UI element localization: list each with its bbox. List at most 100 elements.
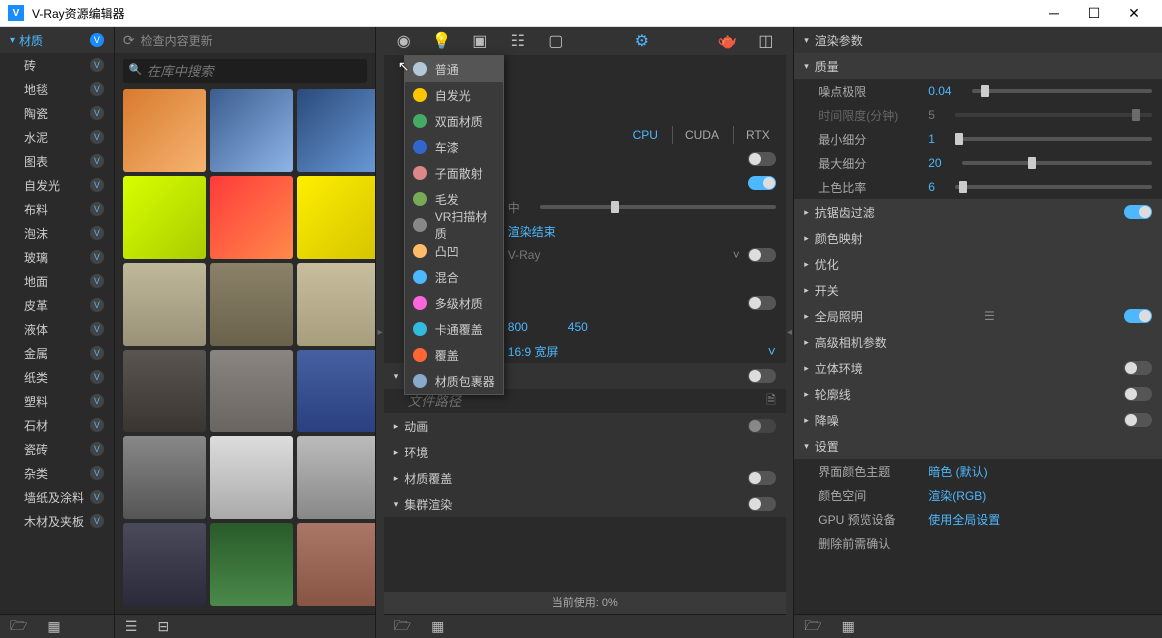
tab-cpu[interactable]: CPU	[627, 126, 664, 144]
dropdown-item[interactable]: 车漆	[405, 134, 503, 160]
max-sub-slider[interactable]	[962, 161, 1152, 165]
material-thumbnail[interactable]	[297, 176, 376, 259]
sidebar-item[interactable]: 墙纸及涂料V	[0, 485, 114, 509]
sidebar-item[interactable]: 自发光V	[0, 173, 114, 197]
contour-toggle[interactable]	[1124, 387, 1152, 401]
material-thumbnail[interactable]	[123, 176, 206, 259]
refresh-icon[interactable]: ⟳	[123, 32, 135, 49]
minimize-button[interactable]: ─	[1034, 5, 1074, 21]
optimize-header[interactable]: ▸优化	[794, 251, 1162, 277]
material-thumbnail[interactable]	[210, 350, 293, 433]
environment-section[interactable]: ▸环境	[384, 439, 786, 465]
dropdown-item[interactable]: 双面材质	[405, 108, 503, 134]
light-icon[interactable]: 💡	[432, 31, 452, 51]
file-path-input[interactable]	[408, 394, 758, 409]
layers-icon[interactable]: ☷	[508, 31, 528, 51]
render-finish-value[interactable]: 渲染结束	[508, 223, 556, 240]
gi-settings-icon[interactable]: ☰	[984, 309, 995, 323]
chevron-down-icon[interactable]: ˅	[768, 343, 776, 359]
dropdown-item[interactable]: 多级材质	[405, 290, 503, 316]
sidebar-item[interactable]: 陶瓷V	[0, 101, 114, 125]
theme-value[interactable]: 暗色 (默认)	[928, 463, 987, 480]
progressive-toggle[interactable]	[748, 176, 776, 190]
mat-override-toggle[interactable]	[748, 471, 776, 485]
frame-icon[interactable]: ◫	[756, 31, 776, 51]
dropdown-item[interactable]: 混合	[405, 264, 503, 290]
sidebar-item[interactable]: 玻璃V	[0, 245, 114, 269]
material-thumbnail[interactable]	[210, 176, 293, 259]
safe-frame-toggle[interactable]	[748, 296, 776, 310]
noise-limit-value[interactable]: 0.04	[928, 84, 951, 98]
dropdown-item[interactable]: 材质包裹器	[405, 368, 503, 394]
min-sub-slider[interactable]	[955, 137, 1152, 141]
gpu-device-value[interactable]: 使用全局设置	[928, 511, 1000, 528]
colorspace-value[interactable]: 渲染(RGB)	[928, 487, 986, 504]
material-thumbnail[interactable]	[123, 263, 206, 346]
gi-toggle[interactable]	[1124, 309, 1152, 323]
sidebar-item[interactable]: 石材V	[0, 413, 114, 437]
sidebar-item[interactable]: 图表V	[0, 149, 114, 173]
save-image-toggle[interactable]	[748, 369, 776, 383]
img-width-value[interactable]: 800	[508, 320, 528, 334]
quality-header[interactable]: ▾质量	[794, 53, 1162, 79]
material-thumbnail[interactable]	[123, 350, 206, 433]
sidebar-item[interactable]: 金属V	[0, 341, 114, 365]
sidebar-item[interactable]: 木材及夹板V	[0, 509, 114, 533]
dropdown-item[interactable]: 子面散射	[405, 160, 503, 186]
denoiser-toggle[interactable]	[748, 248, 776, 262]
settings-header[interactable]: ▾设置	[794, 433, 1162, 459]
sidebar-item[interactable]: 布料V	[0, 197, 114, 221]
settings-icon[interactable]: ⚙	[632, 31, 652, 51]
material-thumbnail[interactable]	[210, 263, 293, 346]
gi-header[interactable]: ▸全局照明☰	[794, 303, 1162, 329]
sidebar-item[interactable]: 瓷砖V	[0, 437, 114, 461]
aa-filter-header[interactable]: ▸抗锯齿过滤	[794, 199, 1162, 225]
material-thumbnail[interactable]	[123, 523, 206, 606]
adv-cam-header[interactable]: ▸高级相机参数	[794, 329, 1162, 355]
quality-slider[interactable]: .slider::after{left:var(--pos,0);}	[540, 205, 776, 209]
sidebar-item[interactable]: 泡沫V	[0, 221, 114, 245]
denoise-header[interactable]: ▸降噪	[794, 407, 1162, 433]
update-label[interactable]: 检查内容更新	[141, 32, 213, 49]
sidebar-item[interactable]: 砖V	[0, 53, 114, 77]
color-ratio-slider[interactable]	[955, 185, 1152, 189]
folder-icon[interactable]: 🗁	[10, 615, 27, 638]
aspect-value[interactable]: 16:9 宽屏	[508, 343, 559, 360]
min-sub-value[interactable]: 1	[928, 132, 935, 146]
switch-header[interactable]: ▸开关	[794, 277, 1162, 303]
maximize-button[interactable]: ☐	[1074, 5, 1114, 22]
material-type-dropdown[interactable]: 普通自发光双面材质车漆子面散射毛发VR扫描材质凸凹混合多级材质卡通覆盖覆盖材质包…	[404, 55, 504, 395]
material-thumbnail[interactable]	[210, 436, 293, 519]
material-thumbnail[interactable]	[210, 89, 293, 172]
tree-view-icon[interactable]: ⊟	[157, 618, 169, 635]
tab-cuda[interactable]: CUDA	[672, 126, 725, 144]
interactive-toggle[interactable]	[748, 152, 776, 166]
img-height-value[interactable]: 450	[568, 320, 588, 334]
color-ratio-value[interactable]: 6	[928, 180, 935, 194]
folder-icon[interactable]: 🗁	[804, 615, 821, 638]
material-thumbnail[interactable]	[297, 523, 376, 606]
material-thumbnail[interactable]	[297, 436, 376, 519]
dropdown-item[interactable]: VR扫描材质	[405, 212, 503, 238]
stereo-toggle[interactable]	[1124, 361, 1152, 375]
dropdown-item[interactable]: 卡通覆盖	[405, 316, 503, 342]
material-thumbnail[interactable]	[123, 436, 206, 519]
dropdown-item[interactable]: 普通	[405, 56, 503, 82]
tab-rtx[interactable]: RTX	[733, 126, 776, 144]
sidebar-item[interactable]: 地面V	[0, 269, 114, 293]
grid-icon[interactable]: ▦	[47, 618, 60, 635]
panel-divider-left[interactable]: ▸	[376, 27, 383, 638]
contour-header[interactable]: ▸轮廓线	[794, 381, 1162, 407]
sidebar-item[interactable]: 地毯V	[0, 77, 114, 101]
close-button[interactable]: ✕	[1114, 5, 1154, 22]
material-thumbnail[interactable]	[297, 263, 376, 346]
animation-section[interactable]: ▸动画	[384, 413, 786, 439]
swarm-toggle[interactable]	[748, 497, 776, 511]
grid-icon[interactable]: ▦	[431, 618, 444, 635]
color-map-header[interactable]: ▸颜色映射	[794, 225, 1162, 251]
sidebar-item[interactable]: 液体V	[0, 317, 114, 341]
render-output-icon[interactable]: ▢	[546, 31, 566, 51]
folder-icon[interactable]: 🗁	[394, 615, 411, 638]
sidebar-item[interactable]: 塑料V	[0, 389, 114, 413]
panel-divider-right[interactable]: ◂	[786, 27, 793, 638]
